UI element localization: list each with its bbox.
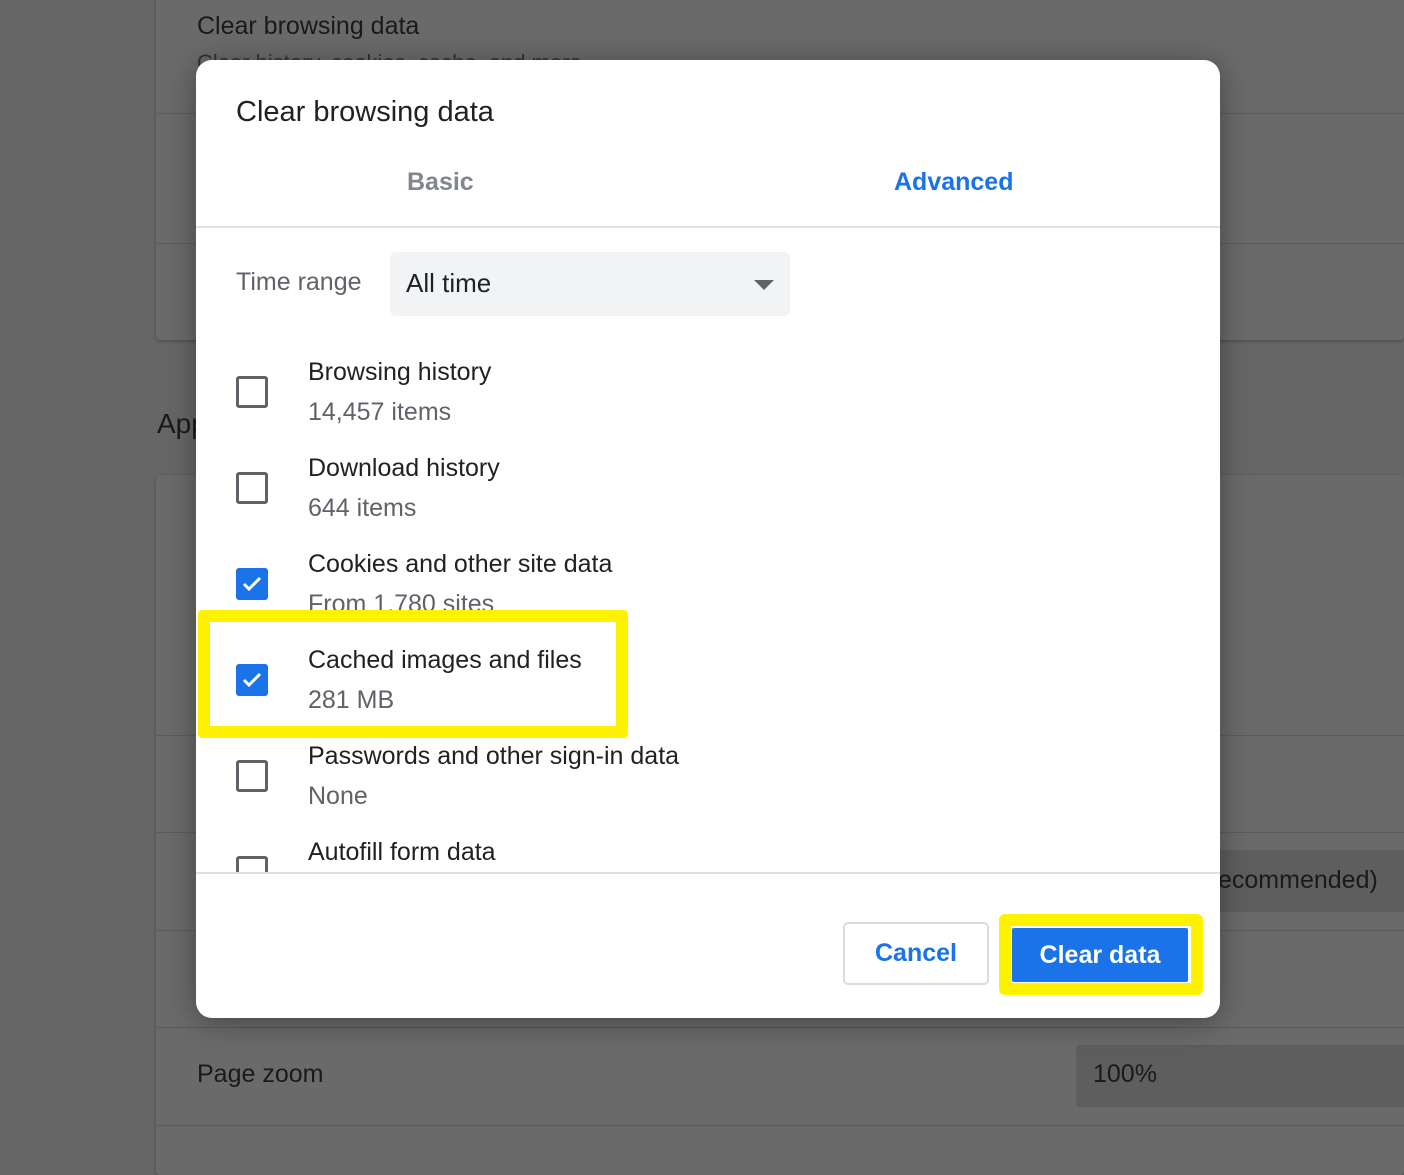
page-zoom-value: 100% — [1093, 1060, 1157, 1089]
divider — [156, 1125, 1404, 1126]
checkbox[interactable] — [236, 760, 268, 792]
checkbox[interactable] — [236, 664, 268, 696]
time-range-value: All time — [406, 268, 491, 299]
item-label: Autofill form data — [308, 838, 496, 867]
divider — [156, 1027, 1404, 1028]
item-label: Cookies and other site data — [308, 550, 612, 579]
options-list[interactable]: Time range All time Browsing history 14,… — [196, 228, 1220, 872]
checkbox[interactable] — [236, 376, 268, 408]
settings-clear-browsing-title[interactable]: Clear browsing data — [197, 12, 419, 41]
checkbox-item[interactable]: Autofill form data — [196, 804, 1220, 872]
checkbox-item[interactable]: Cookies and other site data From 1,780 s… — [196, 516, 1220, 612]
check-icon — [240, 668, 264, 692]
item-label: Cached images and files — [308, 646, 582, 675]
checkbox-item[interactable]: Browsing history 14,457 items — [196, 324, 1220, 420]
chevron-down-icon — [754, 280, 774, 290]
tab-basic[interactable]: Basic — [407, 168, 474, 197]
item-label: Browsing history — [308, 358, 491, 387]
page-zoom-label: Page zoom — [197, 1060, 323, 1089]
time-range-label: Time range — [236, 268, 362, 297]
clear-browsing-data-dialog: Clear browsing data Basic Advanced Time … — [196, 60, 1220, 1018]
item-label: Download history — [308, 454, 500, 483]
tab-advanced[interactable]: Advanced — [894, 168, 1013, 197]
checkbox-item[interactable]: Download history 644 items — [196, 420, 1220, 516]
clear-data-button[interactable]: Clear data — [1012, 928, 1188, 982]
item-label: Passwords and other sign-in data — [308, 742, 679, 771]
checkbox[interactable] — [236, 856, 268, 872]
checkbox[interactable] — [236, 568, 268, 600]
dialog-title: Clear browsing data — [236, 96, 494, 129]
check-icon — [240, 572, 264, 596]
checkbox[interactable] — [236, 472, 268, 504]
cancel-button[interactable]: Cancel — [843, 922, 989, 985]
checkbox-item[interactable]: Passwords and other sign-in data None — [196, 708, 1220, 804]
time-range-select[interactable]: All time — [390, 252, 790, 316]
checkbox-item[interactable]: Cached images and files 281 MB — [196, 612, 1220, 708]
font-size-value: ecommended) — [1218, 866, 1378, 895]
item-detail: 281 MB — [308, 686, 394, 715]
footer-divider — [196, 872, 1220, 874]
